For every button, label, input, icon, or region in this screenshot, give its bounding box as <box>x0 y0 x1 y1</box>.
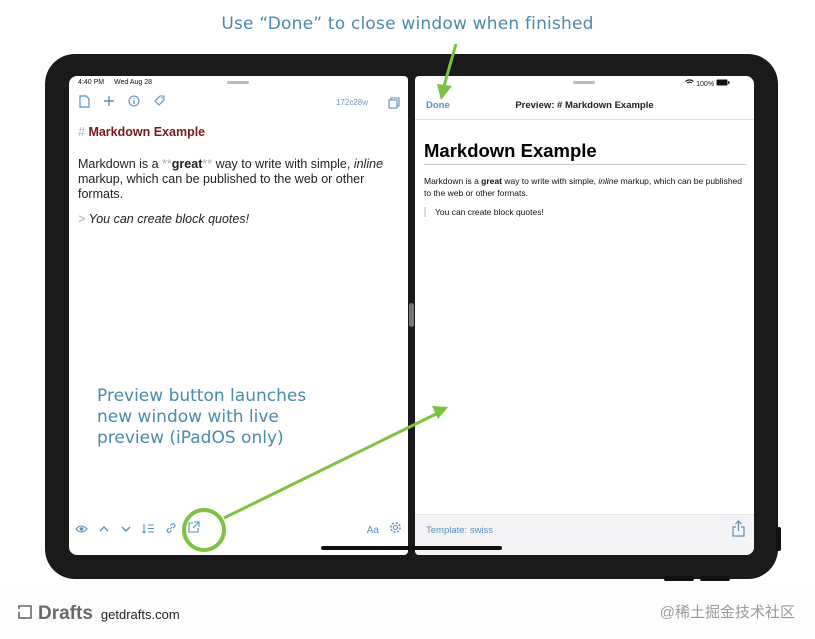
font-settings-button[interactable]: Aa <box>367 525 379 536</box>
ipad-side-button <box>776 527 781 551</box>
window-grabber[interactable] <box>573 81 595 84</box>
text-run: markup, which can be published to the we… <box>78 172 365 201</box>
editor-pane: 4:40 PM Wed Aug 28 172c28w # Markdown Ex… <box>69 76 408 555</box>
text-run: Markdown is a <box>78 157 163 171</box>
ipad-volume-up <box>664 576 694 581</box>
preview-paragraph: Markdown is a great way to write with si… <box>424 175 746 199</box>
share-icon[interactable] <box>732 520 745 542</box>
heading-text: Markdown Example <box>88 125 206 139</box>
windows-icon[interactable] <box>388 96 400 114</box>
markdown-editor[interactable]: # Markdown Example Markdown is a **great… <box>78 125 398 227</box>
chevron-down-icon[interactable] <box>120 521 132 539</box>
bold-text: great <box>481 176 502 186</box>
battery-icon <box>716 79 730 88</box>
watermark: @稀土掘金技术社区 <box>659 604 795 621</box>
quote-mark: > <box>78 212 86 226</box>
editor-bottom-toolbar <box>75 521 200 539</box>
wifi-icon <box>685 79 696 88</box>
home-indicator <box>321 546 502 550</box>
preview-callout: Preview button launches new window with … <box>97 386 307 448</box>
editor-blockquote: > You can create block quotes! <box>78 212 398 227</box>
chevron-up-icon[interactable] <box>98 521 110 539</box>
editor-toolbar <box>77 95 166 111</box>
status-date: Wed Aug 28 <box>114 79 153 86</box>
split-view-divider[interactable] <box>409 303 414 327</box>
window-grabber[interactable] <box>227 81 249 84</box>
done-callout: Use “Done” to close window when finished <box>221 14 594 34</box>
gear-icon[interactable] <box>389 521 402 539</box>
italic-text: inline <box>353 157 384 171</box>
status-bar: 4:40 PM Wed Aug 28 <box>78 79 160 86</box>
editor-heading: # Markdown Example <box>78 125 398 140</box>
list-arrange-icon[interactable] <box>142 521 155 539</box>
bold-text: great <box>171 157 203 171</box>
editor-bottom-right: Aa <box>367 521 402 539</box>
preview-pane: 100% Done Preview: # Markdown Example Ma… <box>415 76 754 555</box>
heading-mark: # <box>78 125 85 139</box>
editor-paragraph: Markdown is a **great** way to write wit… <box>78 157 398 202</box>
text-run: way to write with simple, <box>501 176 599 186</box>
bold-mark-close: ** <box>202 157 213 171</box>
template-selector[interactable]: Template: swiss <box>426 525 493 536</box>
text-run: Markdown is a <box>424 176 482 186</box>
preview-title: Preview: # Markdown Example <box>515 100 654 111</box>
ipad-volume-down <box>700 576 730 581</box>
plus-icon[interactable] <box>102 95 116 111</box>
document-icon[interactable] <box>77 95 91 111</box>
quote-text: You can create block quotes! <box>88 212 250 226</box>
draft-id[interactable]: 172c28w <box>336 98 368 107</box>
link-icon[interactable] <box>165 521 177 539</box>
brand-footer: Drafts getdrafts.com <box>18 603 180 625</box>
brand-url[interactable]: getdrafts.com <box>101 607 180 622</box>
eye-icon[interactable] <box>75 521 88 539</box>
status-bar-right: 100% <box>685 79 730 88</box>
status-time: 4:40 PM <box>78 79 105 86</box>
preview-blockquote: You can create block quotes! <box>424 207 746 217</box>
rendered-preview: Markdown Example Markdown is a great way… <box>424 140 746 217</box>
battery-percent: 100% <box>696 81 715 88</box>
preview-heading: Markdown Example <box>424 140 746 165</box>
tag-icon[interactable] <box>152 95 166 111</box>
bold-mark-open: ** <box>162 157 172 171</box>
italic-text: inline <box>598 176 619 186</box>
info-icon[interactable] <box>127 95 141 111</box>
brand-name: Drafts <box>38 603 93 624</box>
drafts-logo-icon <box>18 604 32 624</box>
preview-launch-icon[interactable] <box>187 521 200 539</box>
text-run: way to write with simple, <box>212 157 354 171</box>
preview-nav-bar: Done Preview: # Markdown Example <box>415 93 754 120</box>
